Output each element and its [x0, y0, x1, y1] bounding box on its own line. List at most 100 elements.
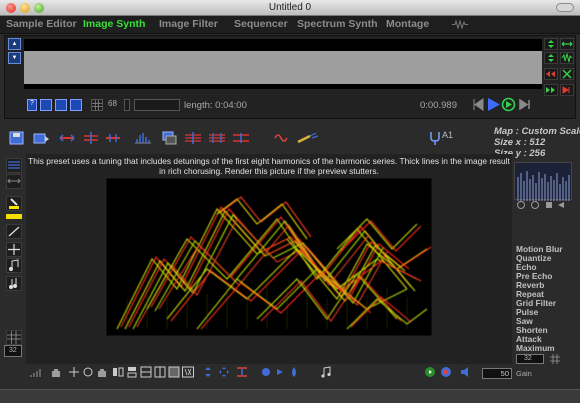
align-bars-icon[interactable]: [236, 366, 248, 378]
tab-montage[interactable]: Montage: [386, 18, 429, 30]
chord-tool-icon[interactable]: [6, 276, 22, 291]
transform-horizontal-icon[interactable]: [58, 130, 76, 146]
rewind-icon[interactable]: [470, 97, 485, 112]
grid-view-icon[interactable]: [6, 330, 22, 345]
flip-horizontal-icon[interactable]: [112, 366, 124, 378]
skip-end-icon[interactable]: [518, 97, 533, 112]
expand-icon[interactable]: [560, 38, 574, 50]
fill-icon[interactable]: [168, 366, 180, 378]
effect-amount-stepper[interactable]: 32: [516, 354, 544, 364]
flip-vertical-icon[interactable]: [126, 366, 138, 378]
title-bar: Untitled 0: [0, 0, 580, 16]
layers-icon[interactable]: [160, 130, 178, 146]
pan-arrows-icon[interactable]: [218, 366, 230, 378]
play-loop-icon[interactable]: [501, 97, 516, 112]
filter-icon[interactable]: [232, 130, 250, 146]
zoom-in-vertical-icon[interactable]: [544, 52, 558, 64]
end-icon[interactable]: [560, 84, 574, 96]
tab-spectrum-synth[interactable]: Spectrum Synth: [297, 18, 378, 30]
hand-icon[interactable]: [50, 366, 62, 378]
color-swatch[interactable]: [6, 214, 22, 219]
tab-sequencer[interactable]: Sequencer: [234, 18, 288, 30]
preset-description: This preset uses a tuning that includes …: [28, 156, 510, 176]
track-up-button[interactable]: ▲: [8, 38, 21, 50]
transport-side-buttons: [544, 38, 576, 118]
time-readout: 0:00.989: [420, 100, 457, 111]
waveform-icon[interactable]: [560, 52, 574, 64]
wave-icon[interactable]: [452, 20, 468, 29]
spectrum-preview-bars: [517, 171, 570, 201]
move-tool-icon[interactable]: [6, 242, 22, 257]
hand-tool-icon[interactable]: [96, 366, 108, 378]
select-all-button[interactable]: [55, 99, 67, 111]
sine-brush-icon[interactable]: [274, 130, 292, 146]
loop-region-button[interactable]: [40, 99, 52, 111]
grid-icon[interactable]: [91, 99, 103, 111]
cut-icon[interactable]: [560, 68, 574, 80]
waveform-display[interactable]: [24, 39, 542, 89]
grid-settings-icon[interactable]: [550, 354, 560, 364]
rotate-icon[interactable]: [82, 366, 94, 378]
blur-icon[interactable]: [184, 130, 202, 146]
record-icon[interactable]: [260, 366, 272, 378]
toolbar-toggle-button[interactable]: [556, 3, 574, 12]
spectrum-controls[interactable]: [516, 200, 572, 210]
stretch-icon[interactable]: [82, 130, 100, 146]
gain-value: 50: [500, 369, 509, 378]
tab-sample-editor[interactable]: Sample Editor: [6, 18, 77, 30]
image-toolbar: A1 Map : Custom Scale.. Size x : 512 Siz…: [4, 124, 580, 159]
vertical-scale-icon[interactable]: [202, 366, 214, 378]
transport-controls: ? 68 length: 0:04:00 0:00.989: [24, 96, 542, 114]
spray-brush-icon[interactable]: [296, 130, 320, 146]
color-wheel-icon[interactable]: [440, 366, 452, 378]
compress-icon[interactable]: [104, 130, 122, 146]
crop-button[interactable]: [70, 99, 82, 111]
zoom-tool-icon[interactable]: [6, 174, 22, 189]
save-icon[interactable]: [8, 130, 26, 146]
help-button[interactable]: ?: [27, 99, 37, 111]
loop-button[interactable]: [544, 38, 558, 50]
mirror-icon[interactable]: [140, 366, 152, 378]
stop-icon[interactable]: [274, 366, 286, 378]
globe-play-icon[interactable]: [424, 366, 436, 378]
left-stepper-value: 32: [9, 347, 17, 354]
window-title: Untitled 0: [268, 2, 312, 13]
play-icon[interactable]: [486, 97, 501, 112]
spectrum-tool-icon[interactable]: [134, 130, 152, 146]
open-icon[interactable]: [32, 130, 50, 146]
speaker-icon[interactable]: [460, 366, 472, 378]
droplet-icon[interactable]: [288, 366, 300, 378]
pitch-label: A1: [442, 130, 454, 140]
note-tool-icon[interactable]: [6, 258, 22, 273]
spectrum-image: [116, 196, 432, 330]
waveform-region[interactable]: [24, 51, 542, 84]
size-x: Size x : 512: [494, 137, 546, 148]
volume-steps-icon[interactable]: [30, 366, 42, 378]
brush-icon[interactable]: [6, 196, 22, 211]
tab-image-synth[interactable]: Image Synth: [83, 18, 145, 30]
left-toolbox: [4, 154, 24, 364]
effect-amount-value: 32: [524, 355, 532, 362]
stretch-tool-icon[interactable]: [154, 366, 166, 378]
right-panel: Motion Blur Quantize Echo Pre Echo Rever…: [514, 154, 576, 364]
tab-image-filter[interactable]: Image Filter: [159, 18, 218, 30]
image-canvas[interactable]: [106, 178, 432, 336]
palette-icon[interactable]: [6, 158, 22, 173]
spectrum-preview[interactable]: [514, 162, 572, 201]
red-arrows-icon[interactable]: [544, 68, 558, 80]
gain-input[interactable]: 50: [482, 368, 512, 379]
mode-tabs: Sample Editor Image Synth Image Filter S…: [0, 16, 580, 34]
move-icon[interactable]: [68, 366, 80, 378]
line-tool-icon[interactable]: [6, 224, 22, 239]
track-down-button[interactable]: ▼: [8, 52, 21, 64]
zoom-slider[interactable]: [134, 99, 180, 111]
canvas-area: This preset uses a tuning that includes …: [26, 154, 512, 364]
fast-forward-icon[interactable]: [544, 84, 558, 96]
fx-icon[interactable]: [182, 366, 194, 378]
map-line[interactable]: Map : Custom Scale..: [494, 126, 580, 137]
harmonics-icon[interactable]: [208, 130, 226, 146]
left-stepper[interactable]: 32: [4, 345, 22, 357]
zoom-down-button[interactable]: [124, 99, 130, 111]
music-notes-icon[interactable]: [320, 366, 332, 378]
effect-maximum[interactable]: Maximum: [516, 344, 574, 353]
